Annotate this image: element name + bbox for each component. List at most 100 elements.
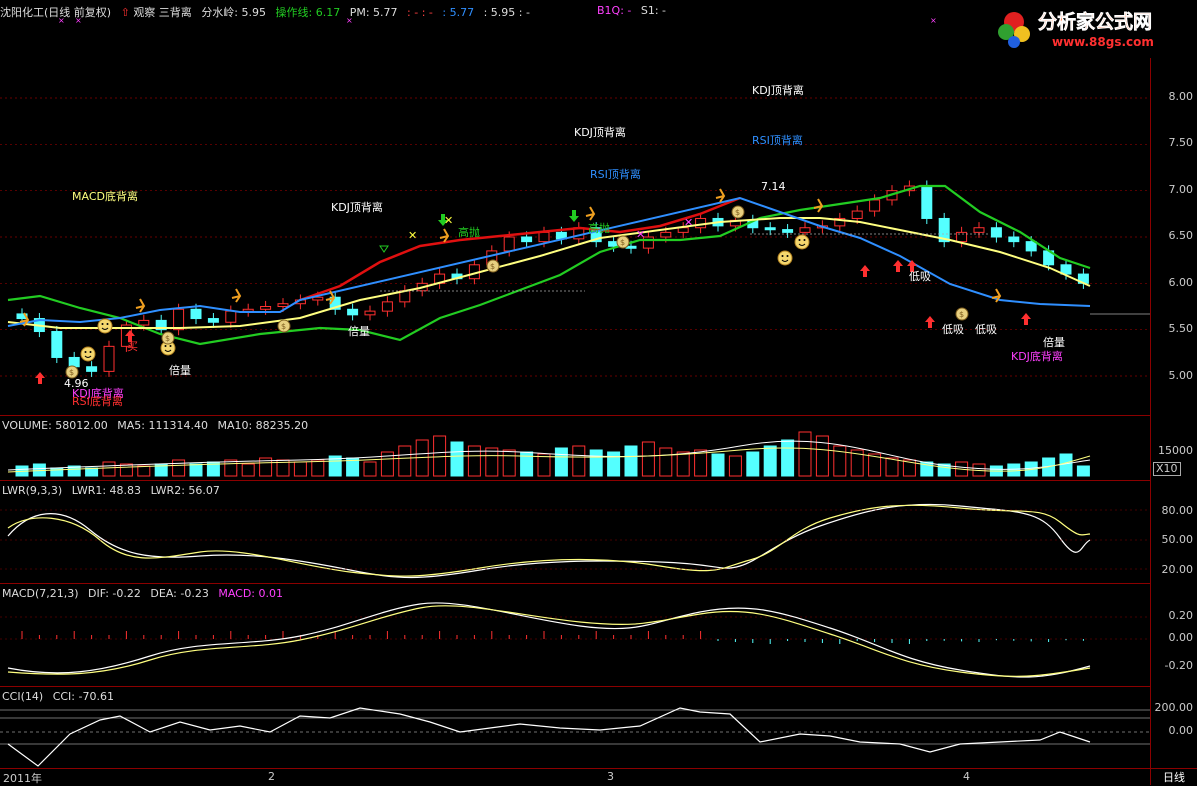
cci-name: CCI(14): [2, 690, 44, 703]
dea-value: DEA: -0.23: [150, 587, 209, 600]
lwr2-value: LWR2: 56.07: [150, 484, 220, 497]
candle-body: [207, 318, 219, 323]
runner-icon: [439, 228, 450, 243]
price-axis: 8.00 7.50 7.00 6.50 6.00 5.50 5.00: [1150, 58, 1197, 415]
volume-axis: 15000 X10: [1150, 416, 1197, 480]
smiley-icon: [777, 250, 793, 266]
cci-axis: 200.00 0.00: [1150, 687, 1197, 768]
cross-marker-icon: ✕: [408, 229, 417, 242]
runner-icon: [231, 288, 242, 303]
candle-body: [503, 236, 515, 252]
money-bag-glyph-icon: $: [959, 310, 964, 319]
panel-divider: [0, 415, 1151, 416]
buy-low-label: 低吸: [942, 323, 964, 336]
volume-bar: [728, 455, 742, 477]
volume-bar: [572, 445, 586, 477]
lwr1-value: LWR1: 48.83: [71, 484, 142, 497]
lwr-legend: LWR(9,3,3) LWR1: 48.83 LWR2: 56.07: [2, 484, 226, 497]
low-price-label: 4.96: [64, 377, 89, 390]
volume-bar: [607, 451, 621, 477]
candle-body: [381, 301, 393, 312]
header-marker-icon: ×: [58, 16, 65, 25]
buy-arrow-icon: [925, 316, 935, 328]
volume-bar: [659, 447, 673, 477]
candle-body: [138, 319, 150, 326]
runner-icon: [813, 198, 824, 213]
candle-body: [51, 331, 63, 358]
candle-body: [538, 231, 550, 243]
candle-body: [86, 366, 98, 372]
money-bag-glyph-icon: $: [69, 368, 74, 377]
lwr-tick: 20.00: [1161, 563, 1194, 576]
volume-bar: [398, 445, 412, 477]
volume-bar: [763, 445, 777, 477]
candle-body: [260, 306, 272, 310]
candle-body: [1025, 241, 1037, 252]
volume-bar: [1007, 463, 1021, 477]
smiley-icon: [97, 318, 113, 334]
rsi-top-divergence: RSI顶背离: [590, 168, 641, 181]
kdj-top-divergence: KDJ顶背离: [752, 84, 804, 97]
sell-arrow-icon: [569, 210, 579, 222]
lwr1-line: [7, 503, 1091, 579]
volume-bar: [189, 463, 203, 477]
volume-bar: [676, 451, 690, 477]
volume-bar: [450, 441, 464, 477]
price-tick: 5.50: [1168, 322, 1194, 335]
candle-body: [973, 227, 985, 233]
volume-bar: [885, 457, 899, 477]
macd-name: MACD(7,21,3): [2, 587, 79, 600]
macd-tick: -0.20: [1164, 659, 1193, 672]
cci-line: [7, 707, 1091, 767]
kdj-top-divergence: KDJ顶背离: [331, 201, 383, 214]
header-marker-icon: ×: [930, 16, 937, 25]
candle-body: [190, 308, 202, 320]
buy-low-label: 低吸: [975, 323, 997, 336]
volume-bar: [746, 451, 760, 477]
candle-body: [851, 210, 863, 219]
volume-bar: [589, 449, 603, 477]
volume-bar: [102, 461, 116, 477]
date-label: 3: [607, 770, 614, 783]
candle-body: [242, 308, 254, 312]
volume-ma5: MA5: 111314.40: [117, 419, 208, 432]
smiley-eye-icon: [164, 345, 167, 347]
lwr-name: LWR(9,3,3): [2, 484, 63, 497]
date-label: 4: [963, 770, 970, 783]
smiley-eye-icon: [89, 351, 92, 353]
volume-bar: [363, 461, 377, 477]
money-bag-glyph-icon: $: [735, 208, 740, 217]
buy-label: 买: [127, 340, 138, 353]
candle-body: [103, 345, 115, 372]
candle-body: [695, 217, 707, 229]
candle-body: [364, 310, 376, 316]
volume-bar: [172, 459, 186, 477]
macd-value: MACD: 0.01: [218, 587, 283, 600]
sell-high-label: 高抛: [588, 222, 610, 235]
volume-ma10: MA10: 88235.20: [217, 419, 309, 432]
macd-axis: 0.20 0.00 -0.20: [1150, 584, 1197, 686]
volume-bar: [1076, 465, 1090, 477]
main-chart: $ $ $ $ $ $ $ ✕ ✕ ✕ ✕ × × × ×: [0, 16, 1151, 767]
lwr-tick: 50.00: [1161, 533, 1194, 546]
smiley-icon: [794, 234, 810, 250]
buy-low-label: 低吸: [909, 270, 931, 283]
runner-icon: [715, 188, 726, 203]
smiley-eye-icon: [803, 239, 806, 241]
volume-bar: [502, 449, 516, 477]
sell-high-label: 高抛: [458, 226, 480, 239]
candle-body: [990, 227, 1002, 238]
volume-bar: [224, 459, 238, 477]
smiley-eye-icon: [798, 239, 801, 241]
cross-marker-icon: ✕: [636, 228, 645, 241]
double-volume-label: 倍量: [348, 325, 370, 338]
period-selector[interactable]: 日线: [1150, 768, 1197, 785]
runner-icon: [585, 206, 596, 221]
smiley-eye-icon: [101, 323, 104, 325]
date-axis: 2011年 2 3 4: [0, 768, 1151, 785]
runner-icon: [135, 298, 146, 313]
macd-tick: 0.00: [1168, 631, 1194, 644]
cci-tick: 200.00: [1154, 701, 1194, 714]
candle-body: [1008, 236, 1020, 243]
money-bag-glyph-icon: $: [490, 262, 495, 271]
